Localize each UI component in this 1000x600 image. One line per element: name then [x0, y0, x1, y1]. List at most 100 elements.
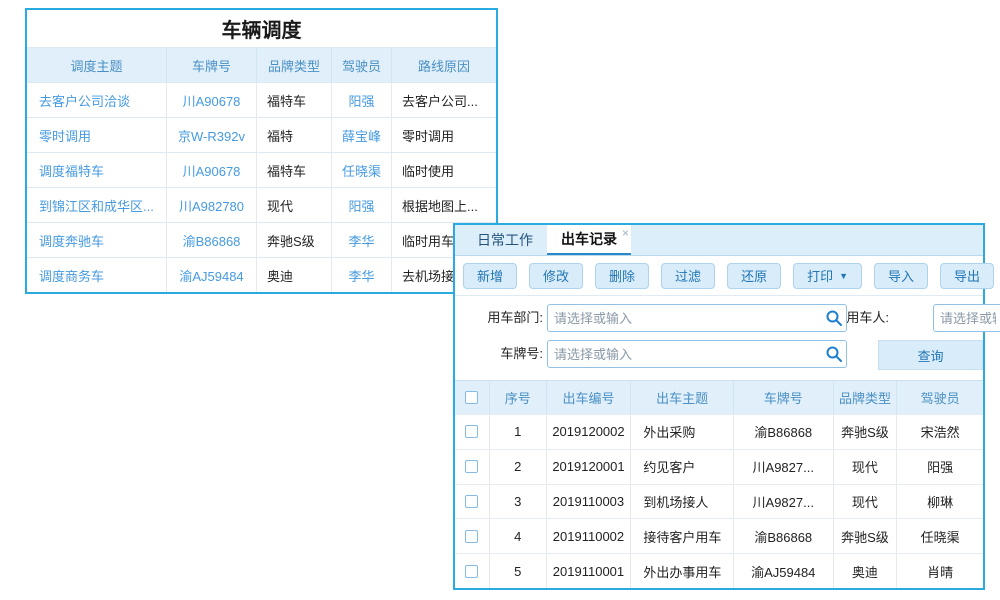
checkbox-cell: [455, 415, 490, 449]
dispatch-subject-link[interactable]: 调度商务车: [27, 258, 167, 292]
table-row[interactable]: 4 2019110002 接待客户用车 渝B86868 奔驰S级 任晓渠: [455, 518, 983, 553]
records-table-header: 序号 出车编号 出车主题 车牌号 品牌类型 驾驶员: [455, 381, 983, 414]
table-row[interactable]: 去客户公司洽谈 川A90678 福特车 阳强 去客户公司...: [27, 82, 496, 117]
column-header-code[interactable]: 出车编号: [547, 381, 632, 414]
driver-link[interactable]: 薛宝峰: [332, 118, 392, 152]
driver-link[interactable]: 阳强: [332, 188, 392, 222]
table-row[interactable]: 零时调用 京W-R392v 福特 薛宝峰 零时调用: [27, 117, 496, 152]
tab-trip-records-label: 出车记录: [561, 229, 617, 249]
driver-link[interactable]: 任晓渠: [332, 153, 392, 187]
column-header-plate[interactable]: 车牌号: [734, 381, 834, 414]
table-row[interactable]: 1 2019120002 外出采购 渝B86868 奔驰S级 宋浩然: [455, 414, 983, 449]
row-checkbox[interactable]: [465, 530, 478, 543]
brand-cell: 奔驰S级: [257, 223, 332, 257]
plate-link[interactable]: 渝B86868: [734, 415, 834, 449]
plate-link[interactable]: 渝B86868: [734, 519, 834, 553]
column-header-no[interactable]: 序号: [490, 381, 547, 414]
plate-link[interactable]: 渝AJ59484: [167, 258, 257, 292]
plate-label: 车牌号:: [467, 340, 543, 368]
query-button[interactable]: 查询: [878, 340, 983, 370]
print-button[interactable]: 打印 ▼: [793, 263, 862, 289]
dispatch-subject-link[interactable]: 到锦江区和成华区...: [27, 188, 167, 222]
records-table: 序号 出车编号 出车主题 车牌号 品牌类型 驾驶员 1 2019120002 外…: [455, 380, 983, 588]
close-tab-icon[interactable]: ×: [622, 227, 629, 239]
add-button[interactable]: 新增: [463, 263, 517, 289]
checkbox-cell: [455, 554, 490, 588]
subject-link[interactable]: 外出采购: [631, 415, 734, 449]
table-row[interactable]: 到锦江区和成华区... 川A982780 现代 阳强 根据地图上...: [27, 187, 496, 222]
code-link[interactable]: 2019120002: [547, 415, 632, 449]
plate-link[interactable]: 渝AJ59484: [734, 554, 834, 588]
plate-link[interactable]: 渝B86868: [167, 223, 257, 257]
edit-button[interactable]: 修改: [529, 263, 583, 289]
dispatch-subject-link[interactable]: 去客户公司洽谈: [27, 83, 167, 117]
code-link[interactable]: 2019110001: [547, 554, 632, 588]
table-row[interactable]: 调度奔驰车 渝B86868 奔驰S级 李华 临时用车: [27, 222, 496, 257]
search-icon[interactable]: [824, 344, 844, 364]
brand-cell: 现代: [834, 485, 898, 519]
column-header-subject[interactable]: 调度主题: [27, 48, 167, 82]
plate-link[interactable]: 京W-R392v: [167, 118, 257, 152]
column-header-brand[interactable]: 品牌类型: [834, 381, 898, 414]
delete-button[interactable]: 删除: [595, 263, 649, 289]
filter-button[interactable]: 过滤: [661, 263, 715, 289]
column-header-plate[interactable]: 车牌号: [167, 48, 257, 82]
row-checkbox[interactable]: [465, 460, 478, 473]
export-button[interactable]: 导出: [940, 263, 994, 289]
dept-input[interactable]: [548, 311, 824, 326]
import-button[interactable]: 导入: [874, 263, 928, 289]
row-checkbox[interactable]: [465, 495, 478, 508]
driver-link[interactable]: 阳强: [332, 83, 392, 117]
table-row[interactable]: 3 2019110003 到机场接人 川A9827... 现代 柳琳: [455, 484, 983, 519]
column-header-subject[interactable]: 出车主题: [631, 381, 734, 414]
column-header-driver[interactable]: 驾驶员: [897, 381, 983, 414]
column-header-brand[interactable]: 品牌类型: [257, 48, 332, 82]
subject-link[interactable]: 接待客户用车: [631, 519, 734, 553]
checkbox-cell: [455, 519, 490, 553]
plate-input[interactable]: [548, 347, 824, 362]
code-link[interactable]: 2019120001: [547, 450, 632, 484]
dispatch-subject-link[interactable]: 零时调用: [27, 118, 167, 152]
driver-link[interactable]: 阳强: [897, 450, 983, 484]
row-checkbox[interactable]: [465, 565, 478, 578]
user-input[interactable]: [934, 311, 1000, 326]
plate-link[interactable]: 川A90678: [167, 83, 257, 117]
plate-link[interactable]: 川A982780: [167, 188, 257, 222]
subject-link[interactable]: 外出办事用车: [631, 554, 734, 588]
subject-link[interactable]: 约见客户: [631, 450, 734, 484]
table-row[interactable]: 5 2019110001 外出办事用车 渝AJ59484 奥迪 肖晴: [455, 553, 983, 588]
subject-link[interactable]: 到机场接人: [631, 485, 734, 519]
column-header-driver[interactable]: 驾驶员: [332, 48, 392, 82]
driver-link[interactable]: 李华: [332, 223, 392, 257]
tab-trip-records[interactable]: 出车记录 ×: [547, 225, 631, 255]
dispatch-subject-link[interactable]: 调度福特车: [27, 153, 167, 187]
column-header-reason[interactable]: 路线原因: [392, 48, 496, 82]
dispatch-table-header: 调度主题 车牌号 品牌类型 驾驶员 路线原因: [27, 47, 496, 82]
driver-link[interactable]: 肖晴: [897, 554, 983, 588]
table-row[interactable]: 2 2019120001 约见客户 川A9827... 现代 阳强: [455, 449, 983, 484]
dispatch-subject-link[interactable]: 调度奔驰车: [27, 223, 167, 257]
no-cell: 2: [490, 450, 547, 484]
panel-title: 车辆调度: [27, 10, 496, 47]
brand-cell: 奔驰S级: [834, 519, 898, 553]
driver-link[interactable]: 宋浩然: [897, 415, 983, 449]
table-row[interactable]: 调度福特车 川A90678 福特车 任晓渠 临时使用: [27, 152, 496, 187]
no-cell: 5: [490, 554, 547, 588]
user-label: 用车人:: [827, 304, 889, 332]
driver-link[interactable]: 柳琳: [897, 485, 983, 519]
plate-link[interactable]: 川A90678: [167, 153, 257, 187]
no-cell: 1: [490, 415, 547, 449]
dept-label: 用车部门:: [467, 304, 543, 332]
code-link[interactable]: 2019110003: [547, 485, 632, 519]
restore-button[interactable]: 还原: [727, 263, 781, 289]
driver-link[interactable]: 李华: [332, 258, 392, 292]
select-all-checkbox[interactable]: [465, 391, 478, 404]
tab-daily-work[interactable]: 日常工作: [463, 225, 547, 255]
brand-cell: 现代: [257, 188, 332, 222]
driver-link[interactable]: 任晓渠: [897, 519, 983, 553]
code-link[interactable]: 2019110002: [547, 519, 632, 553]
row-checkbox[interactable]: [465, 425, 478, 438]
plate-link[interactable]: 川A9827...: [734, 485, 834, 519]
table-row[interactable]: 调度商务车 渝AJ59484 奥迪 李华 去机场接: [27, 257, 496, 292]
plate-link[interactable]: 川A9827...: [734, 450, 834, 484]
